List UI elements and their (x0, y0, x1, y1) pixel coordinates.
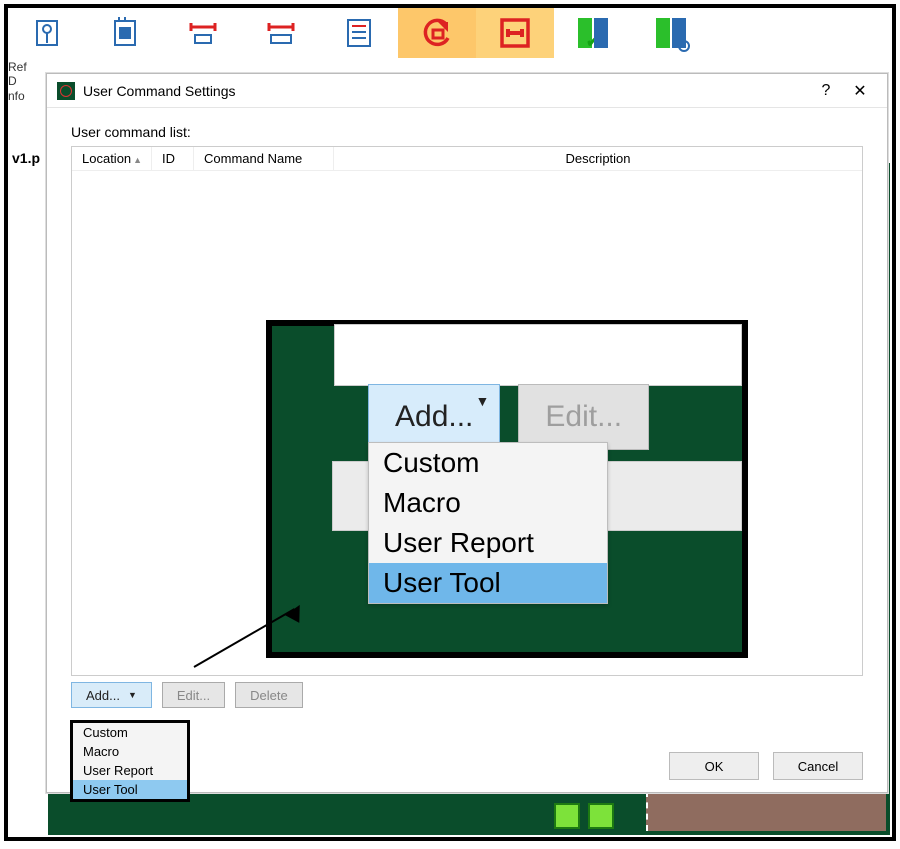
breadcrumb-tab[interactable]: v1.p (8, 148, 44, 168)
menu-item-macro[interactable]: Macro (73, 742, 187, 761)
chevron-down-icon: ▼ (128, 690, 137, 700)
col-description[interactable]: Description (334, 147, 862, 170)
app-icon (57, 82, 75, 100)
col-name[interactable]: Command Name (194, 147, 334, 170)
ribbon-item-undo-red[interactable] (398, 8, 476, 58)
help-button[interactable]: ? (809, 82, 843, 100)
ribbon-item-sheet[interactable] (320, 8, 398, 58)
menu-item-custom[interactable]: Custom (73, 723, 187, 742)
zoom-edit-button: Edit... (518, 384, 649, 450)
ribbon-item-box-red[interactable] (476, 8, 554, 58)
check-icon: ✔ (586, 32, 599, 52)
list-label: User command list: (71, 124, 863, 140)
col-location[interactable]: Location▲ (72, 147, 152, 170)
chevron-down-icon: ▼ (476, 393, 490, 409)
search-icon (678, 40, 690, 52)
zoom-add-dropdown-menu: Custom Macro User Report User Tool (368, 442, 608, 604)
pcb-region (646, 791, 886, 831)
zoom-menu-item-custom[interactable]: Custom (369, 443, 607, 483)
ribbon: ✔ (8, 8, 892, 60)
cancel-button[interactable]: Cancel (773, 752, 863, 780)
zoom-menu-item-user-report[interactable]: User Report (369, 523, 607, 563)
add-button[interactable]: Add...▼ (71, 682, 152, 708)
delete-button: Delete (235, 682, 303, 708)
pcb-pad (554, 803, 580, 829)
add-dropdown-menu: Custom Macro User Report User Tool (70, 720, 190, 802)
ribbon-item-diff-check[interactable]: ✔ (554, 8, 632, 58)
zoom-inset: Add... ▼ Edit... Custom Macro User Repor… (266, 320, 748, 658)
zoom-add-button[interactable]: Add... ▼ (368, 384, 500, 450)
sort-caret-icon: ▲ (133, 155, 142, 165)
edit-button: Edit... (162, 682, 225, 708)
menu-item-user-tool[interactable]: User Tool (73, 780, 187, 799)
dialog-title: User Command Settings (83, 83, 809, 99)
ok-button[interactable]: OK (669, 752, 759, 780)
pcb-pad (588, 803, 614, 829)
close-button[interactable]: ✕ (843, 81, 877, 101)
zoom-menu-item-macro[interactable]: Macro (369, 483, 607, 523)
zoom-panel-bg (334, 324, 742, 386)
dialog-titlebar[interactable]: User Command Settings ? ✕ (47, 74, 887, 108)
ribbon-item-refresh[interactable] (8, 8, 86, 58)
ribbon-item-span-a[interactable] (164, 8, 242, 58)
zoom-menu-item-user-tool[interactable]: User Tool (369, 563, 607, 603)
col-id[interactable]: ID (152, 147, 194, 170)
ribbon-item-span-b[interactable] (242, 8, 320, 58)
list-header: Location▲ ID Command Name Description (72, 147, 862, 171)
ribbon-item-diff-find[interactable] (632, 8, 710, 58)
ribbon-item-chip[interactable] (86, 8, 164, 58)
menu-item-user-report[interactable]: User Report (73, 761, 187, 780)
ribbon-side-labels: Ref D nfo (8, 60, 27, 103)
